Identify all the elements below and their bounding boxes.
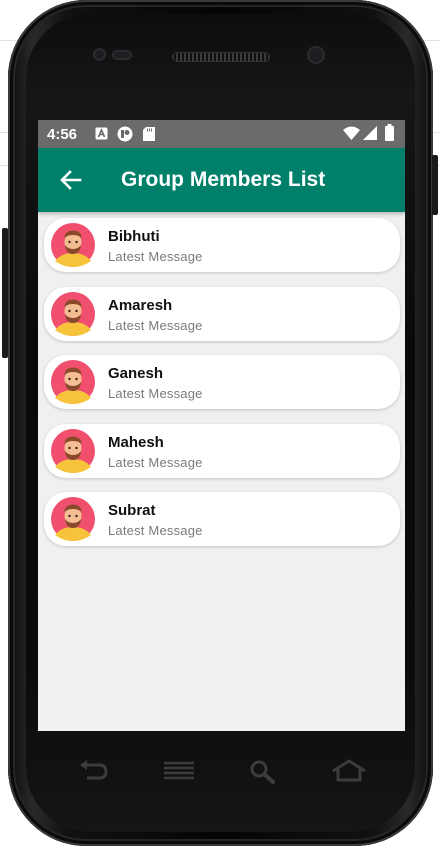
proximity-sensor: [93, 48, 106, 61]
page-title: Group Members List: [121, 168, 326, 191]
avatar-icon: [51, 497, 95, 542]
member-latest-message: Latest Message: [108, 317, 203, 333]
avatar-icon: [51, 223, 95, 267]
list-item[interactable]: Ganesh Latest Message: [44, 355, 400, 410]
member-name: Subrat: [108, 502, 156, 520]
home-key-icon[interactable]: [331, 758, 367, 784]
member-name: Ganesh: [108, 365, 164, 383]
avatar-icon: [51, 291, 95, 336]
status-bar: 4:56: [38, 120, 405, 148]
wifi-icon: [343, 126, 360, 140]
avatar-icon: [51, 360, 95, 405]
app-bar: Group Members List: [38, 148, 405, 212]
arrow-left-icon[interactable]: [56, 165, 86, 195]
status-time: 4:56: [47, 126, 78, 143]
back-key-icon[interactable]: [77, 758, 111, 784]
list-item[interactable]: Subrat Latest Message: [44, 492, 400, 547]
member-name: Bibhuti: [108, 228, 160, 245]
battery-icon: [385, 124, 394, 141]
a-box-icon: [95, 127, 108, 140]
sd-card-icon: [143, 127, 155, 141]
media-icon: [117, 126, 133, 142]
search-key-icon[interactable]: [246, 758, 280, 784]
list-item[interactable]: Bibhuti Latest Message: [44, 218, 400, 272]
avatar-icon: [51, 428, 95, 473]
member-latest-message: Latest Message: [108, 386, 203, 402]
member-latest-message: Latest Message: [108, 249, 203, 264]
volume-button[interactable]: [2, 228, 8, 358]
list-item[interactable]: Mahesh Latest Message: [44, 423, 400, 478]
member-latest-message: Latest Message: [108, 454, 203, 470]
member-latest-message: Latest Message: [108, 523, 203, 539]
member-name: Amaresh: [108, 296, 173, 314]
list-item[interactable]: Amaresh Latest Message: [44, 286, 400, 341]
member-list: Bibhuti Latest Message Amaresh Latest Me…: [44, 218, 400, 561]
menu-key-icon[interactable]: [162, 758, 196, 784]
earpiece-speaker: [172, 52, 270, 62]
front-camera: [307, 46, 325, 64]
light-sensor: [112, 50, 132, 60]
power-button[interactable]: [432, 155, 438, 215]
app-screen: 4:56 Group Members List Bibhuti Latest M…: [38, 120, 405, 731]
member-name: Mahesh: [108, 433, 164, 451]
signal-icon: [363, 126, 377, 140]
